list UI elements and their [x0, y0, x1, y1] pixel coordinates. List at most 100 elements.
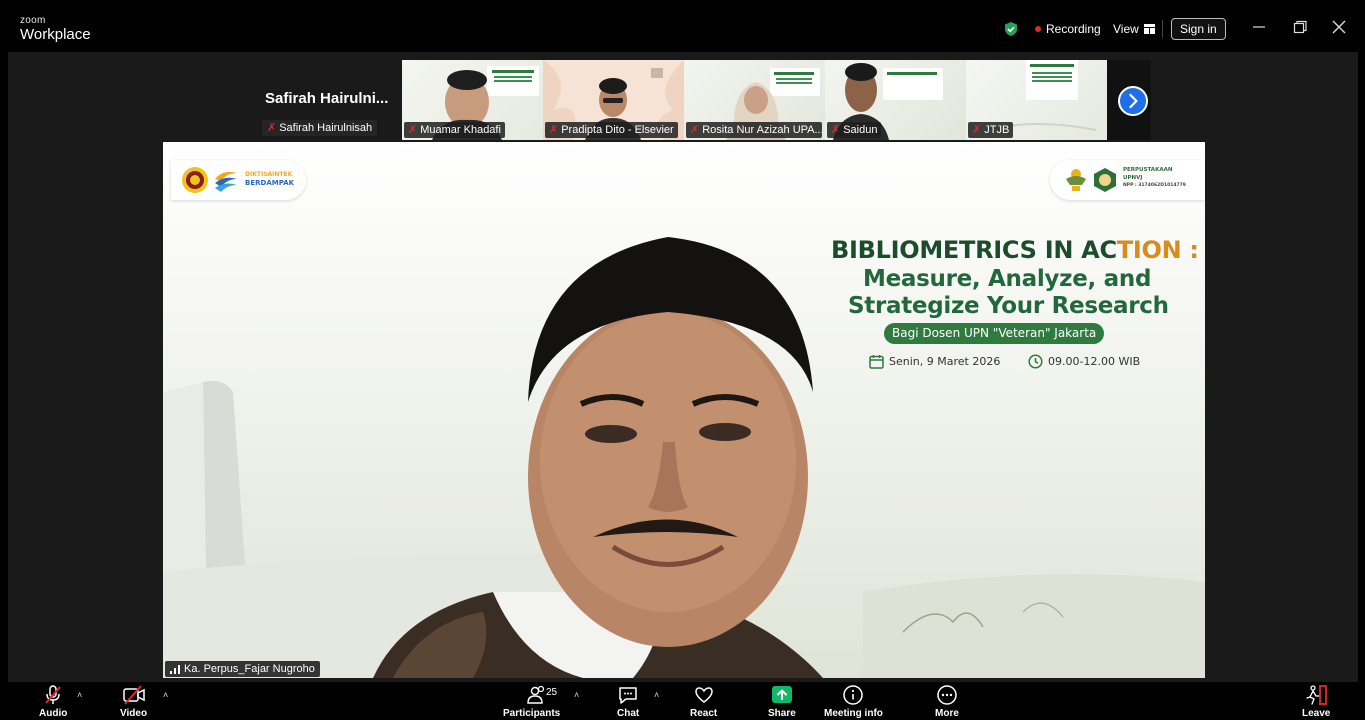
- participant-name-tag: ✗ JTJB: [968, 122, 1014, 138]
- perpustakaan-seal-icon: [1094, 168, 1116, 192]
- participant-name: Pradipta Dito - Elsevier: [561, 124, 674, 136]
- event-date: Senin, 9 Maret 2026: [869, 354, 1000, 369]
- participants-options-chevron-icon[interactable]: ˄: [574, 690, 579, 700]
- video-button[interactable]: Video: [120, 684, 147, 719]
- perpustakaan-logo-banner: PERPUSTAKAAN UPNVJ NPP : 3174062D1014779: [1050, 160, 1205, 200]
- minimize-icon[interactable]: [1249, 17, 1269, 37]
- audio-label: Audio: [39, 708, 68, 719]
- berdampak-text: BERDAMPAK: [245, 179, 295, 187]
- video-options-chevron-icon[interactable]: ˄: [163, 690, 168, 700]
- meeting-toolbar: Audio ˄ Video ˄ Participants 25 ˄ Chat ˄…: [0, 682, 1365, 720]
- react-label: React: [690, 708, 718, 719]
- share-label: Share: [768, 708, 796, 719]
- participant-tile[interactable]: ✗ Saidun: [825, 60, 966, 140]
- participant-tile[interactable]: ✗ Pradipta Dito - Elsevier: [543, 60, 684, 140]
- self-display-name: Safirah Hairulni...: [265, 90, 389, 107]
- diktisaintek-logo-banner: DIKTISAINTEK BERDAMPAK: [171, 160, 306, 200]
- university-seal-icon: [182, 167, 208, 193]
- audio-button[interactable]: Audio: [39, 684, 67, 719]
- participants-label: Participants: [503, 708, 561, 719]
- titlebar-divider: [1162, 20, 1163, 38]
- view-button[interactable]: View: [1113, 22, 1155, 36]
- audience-pill: Bagi Dosen UPN "Veteran" Jakarta: [884, 323, 1105, 344]
- participant-name: Saidun: [843, 124, 878, 136]
- signal-strength-icon: [170, 664, 180, 674]
- heart-icon: [694, 687, 713, 703]
- brand-zoom: zoom: [20, 15, 46, 26]
- active-speaker-name: Ka. Perpus_Fajar Nugroho: [184, 663, 315, 675]
- meeting-info-button[interactable]: Meeting info: [824, 684, 883, 719]
- diktisaintek-swoosh-icon: [215, 171, 237, 192]
- info-icon: [843, 685, 864, 705]
- mic-muted-icon: ✗: [690, 124, 700, 136]
- chat-icon: [619, 687, 637, 704]
- next-page-arrow-icon[interactable]: [1118, 86, 1148, 116]
- event-subtitle-line1: Measure, Analyze, and: [863, 266, 1152, 292]
- share-button[interactable]: Share: [768, 684, 796, 719]
- event-title-part2: TION :: [1116, 236, 1199, 264]
- video-label: Video: [120, 708, 148, 719]
- title-bar: zoom Workplace Recording View Sign in: [0, 0, 1365, 52]
- upnvj-text: UPNVJ: [1123, 175, 1143, 181]
- event-subtitle-line2: Strategize Your Research: [848, 293, 1169, 319]
- diktisaintek-text: DIKTISAINTEK: [245, 171, 293, 178]
- participant-name: Muamar Khadafi: [420, 124, 501, 136]
- event-title: BIBLIOMETRICS IN ACTION :: [831, 236, 1199, 264]
- self-name-tag: ✗ Safirah Hairulnisah: [262, 120, 378, 136]
- view-label: View: [1113, 22, 1139, 36]
- sign-in-button[interactable]: Sign in: [1171, 18, 1226, 40]
- recording-label: Recording: [1046, 22, 1101, 36]
- participant-name-tag: ✗ Muamar Khadafi: [404, 122, 505, 138]
- npp-text: NPP : 3174062D1014779: [1123, 183, 1186, 188]
- grid-view-icon: [1143, 24, 1155, 34]
- perpustakaan-text: PERPUSTAKAAN: [1123, 167, 1173, 173]
- react-button[interactable]: React: [690, 684, 717, 719]
- participant-name: Rosita Nur Azizah UPA...: [702, 124, 822, 136]
- audio-options-chevron-icon[interactable]: ˄: [77, 690, 82, 700]
- more-options-icon: [937, 685, 957, 705]
- recording-dot-icon: [1035, 26, 1041, 32]
- participant-tile[interactable]: ✗ Rosita Nur Azizah UPA...: [684, 60, 825, 140]
- share-screen-icon: [771, 686, 792, 703]
- chat-label: Chat: [617, 708, 640, 719]
- more-button[interactable]: More: [935, 684, 959, 719]
- mic-muted-icon: ✗: [549, 124, 559, 136]
- participant-tile[interactable]: ✗ Muamar Khadafi: [402, 60, 543, 140]
- participant-name-tag: ✗ Saidun: [827, 122, 882, 138]
- restore-icon[interactable]: [1290, 17, 1310, 37]
- speaker-video-background: [163, 237, 1205, 678]
- brand-workplace: Workplace: [20, 26, 91, 43]
- event-time-text: 09.00-12.00 WIB: [1048, 355, 1141, 368]
- recording-indicator[interactable]: Recording: [1035, 22, 1101, 36]
- active-speaker-name-tag: Ka. Perpus_Fajar Nugroho: [165, 661, 320, 677]
- mic-muted-icon: [45, 685, 61, 704]
- app-logo: zoom Workplace: [20, 15, 91, 43]
- active-speaker-video[interactable]: DIKTISAINTEK BERDAMPAK PERPUSTAKAAN UPNV…: [163, 142, 1205, 678]
- event-date-text: Senin, 9 Maret 2026: [889, 355, 1001, 368]
- participant-name: JTJB: [984, 124, 1010, 136]
- leave-label: Leave: [1302, 708, 1331, 719]
- chat-options-chevron-icon[interactable]: ˄: [654, 690, 659, 700]
- mic-muted-icon: ✗: [267, 122, 277, 134]
- participant-name-tag: ✗ Rosita Nur Azizah UPA...: [686, 122, 822, 138]
- participant-thumbnail-strip: ✗ Muamar Khadafi ✗ Pradipta Dito - Elsevie…: [402, 60, 1107, 140]
- participants-count: 25: [546, 687, 558, 698]
- calendar-icon: [869, 355, 884, 369]
- encryption-shield-icon[interactable]: [1003, 21, 1019, 37]
- leave-door-icon: [1306, 685, 1328, 705]
- video-off-icon: [122, 685, 145, 705]
- close-icon[interactable]: [1329, 17, 1349, 37]
- meeting-info-label: Meeting info: [824, 708, 883, 719]
- clock-icon: [1028, 354, 1043, 369]
- leave-button[interactable]: Leave: [1302, 684, 1330, 719]
- event-time: 09.00-12.00 WIB: [1028, 354, 1140, 369]
- more-label: More: [935, 708, 959, 719]
- participant-name-tag: ✗ Pradipta Dito - Elsevier: [545, 122, 678, 138]
- participant-tile[interactable]: ✗ JTJB: [966, 60, 1107, 140]
- mic-muted-icon: ✗: [831, 124, 841, 136]
- mic-muted-icon: ✗: [408, 124, 418, 136]
- chat-button[interactable]: Chat: [617, 684, 639, 719]
- garuda-emblem-icon: [1066, 169, 1086, 191]
- mic-muted-icon: ✗: [972, 124, 982, 136]
- self-name-tag-text: Safirah Hairulnisah: [279, 122, 373, 134]
